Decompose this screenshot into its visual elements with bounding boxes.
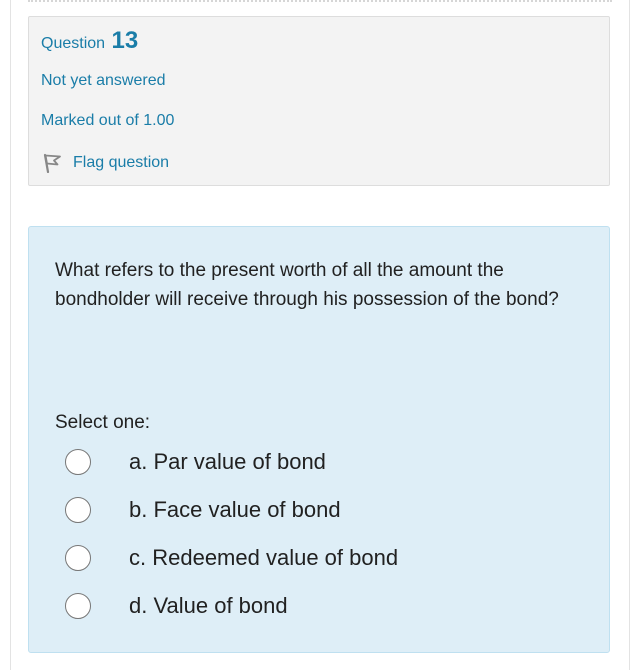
flag-question-link[interactable]: Flag question (41, 153, 169, 173)
answer-option-label: a. Par value of bond (129, 449, 326, 474)
answer-option-b[interactable]: b. Face value of bond (65, 493, 565, 527)
select-prompt: Select one: (55, 412, 151, 433)
answer-option-label: b. Face value of bond (129, 497, 341, 522)
answer-option-c[interactable]: c. Redeemed value of bond (65, 541, 565, 575)
question-info-panel: Question 13 Not yet answered Marked out … (28, 16, 610, 186)
answer-option-label: d. Value of bond (129, 593, 288, 618)
question-state: Not yet answered (41, 72, 166, 89)
radio-button[interactable] (65, 545, 91, 571)
answer-option-a[interactable]: a. Par value of bond (65, 445, 565, 479)
radio-button[interactable] (65, 593, 91, 619)
radio-button[interactable] (65, 497, 91, 523)
question-grade: Marked out of 1.00 (41, 112, 175, 129)
answer-option-label: c. Redeemed value of bond (129, 545, 399, 570)
question-content-panel: What refers to the present worth of all … (28, 226, 610, 653)
top-divider (28, 0, 612, 2)
question-label: Question (41, 35, 106, 52)
question-text: What refers to the present worth of all … (55, 260, 559, 310)
radio-button[interactable] (65, 449, 91, 475)
question-heading: Question 13 (41, 27, 138, 55)
flag-icon (43, 153, 61, 173)
flag-question-label: Flag question (73, 154, 170, 171)
question-number: 13 (111, 27, 139, 54)
answer-option-d[interactable]: d. Value of bond (65, 589, 565, 623)
